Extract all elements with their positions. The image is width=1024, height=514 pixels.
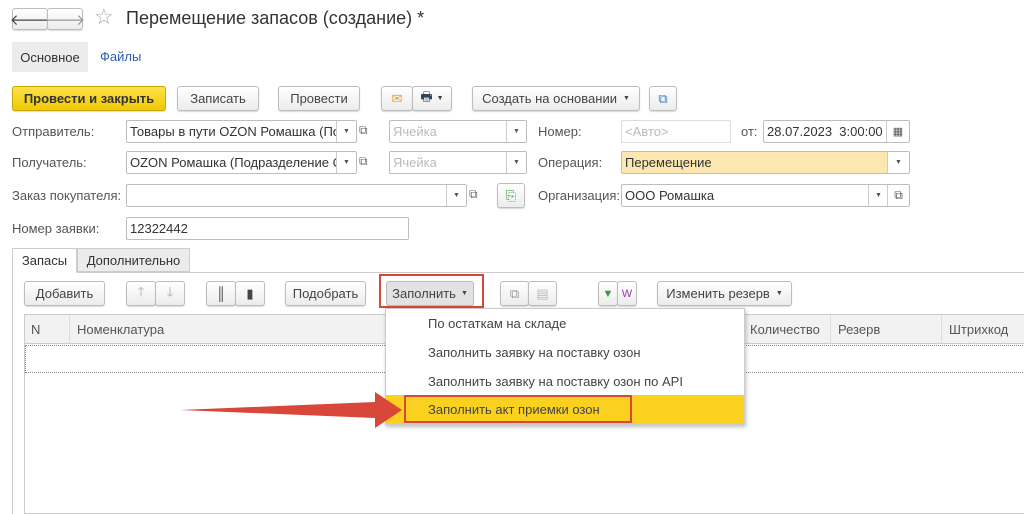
open-icon[interactable]: ⧉ xyxy=(469,187,478,202)
calendar-icon[interactable]: ▦ xyxy=(886,121,909,142)
chevron-down-icon[interactable]: ▼ xyxy=(336,152,356,173)
operation-value: Перемещение xyxy=(625,155,712,170)
barcode-icon: ║ xyxy=(216,286,226,301)
menu-item-by-warehouse-stock[interactable]: По остаткам на складе xyxy=(428,316,566,331)
column-reserve[interactable]: Резерв xyxy=(838,322,880,337)
copy-button[interactable]: ⧉ xyxy=(500,281,529,306)
paste-button[interactable]: ▤ xyxy=(528,281,557,306)
barcode-search-button[interactable]: ║ xyxy=(206,281,236,306)
open-icon[interactable]: ⧉ xyxy=(359,154,368,169)
fill-from-order-button[interactable]: ⎘ xyxy=(497,183,525,208)
operation-field[interactable]: Перемещение ▼ xyxy=(621,151,910,174)
printer-icon: 🖶 xyxy=(420,88,433,104)
data-collection-terminal-button[interactable]: ▮ xyxy=(235,281,265,306)
annotation-arrow-icon xyxy=(180,392,402,428)
change-reserve-label: Изменить резерв xyxy=(666,286,770,301)
page-title: Перемещение запасов (создание) * xyxy=(126,8,425,28)
request-number-field[interactable]: 12322442 xyxy=(126,217,409,240)
order-field[interactable]: ▼ xyxy=(126,184,467,207)
menu-item-fill-ozon-supply-request-api[interactable]: Заполнить заявку на поставку озон по API xyxy=(428,374,683,389)
sender-cell-field[interactable]: Ячейка ▼ xyxy=(389,120,527,143)
chevron-down-icon: ▼ xyxy=(775,290,783,297)
date-label: от: xyxy=(741,124,758,139)
column-nomenclature[interactable]: Номенклатура xyxy=(77,322,164,337)
chevron-down-icon: ▼ xyxy=(436,95,444,102)
email-button[interactable]: ✉ xyxy=(381,86,413,111)
number-label: Номер: xyxy=(538,124,582,139)
expand-icon: ▼ xyxy=(602,287,614,300)
chevron-down-icon[interactable]: ▼ xyxy=(887,152,909,173)
save-button[interactable]: Записать xyxy=(177,86,259,111)
order-label: Заказ покупателя: xyxy=(12,188,122,203)
collapse-icon: W xyxy=(621,287,633,300)
date-field[interactable]: 28.07.2023 3:00:00 ▦ xyxy=(763,120,910,143)
column-n[interactable]: N xyxy=(31,322,40,337)
organization-field[interactable]: ООО Ромашка ▼ ⧉ xyxy=(621,184,910,207)
forward-button[interactable]: 🡒 xyxy=(44,8,86,30)
number-placeholder: <Авто> xyxy=(625,124,669,139)
sender-value: Товары в пути OZON Ромашка (По, xyxy=(130,124,344,139)
post-button[interactable]: Провести xyxy=(278,86,360,111)
arrow-down-icon: 🡓 xyxy=(166,283,174,299)
envelope-icon: ✉ xyxy=(391,90,403,106)
tab-main[interactable]: Основное xyxy=(12,42,88,72)
create-based-label: Создать на основании xyxy=(482,91,617,106)
arrow-right-icon: 🡒 xyxy=(44,11,86,29)
print-button[interactable]: 🖶 ▼ xyxy=(412,86,452,111)
sender-label: Отправитель: xyxy=(12,124,95,139)
favorite-star-icon[interactable]: ☆ xyxy=(94,4,114,30)
add-button[interactable]: Добавить xyxy=(24,281,105,306)
open-icon[interactable]: ⧉ xyxy=(359,123,368,138)
receiver-value: OZON Ромашка (Подразделение О xyxy=(130,155,343,170)
receiver-cell-placeholder: Ячейка xyxy=(393,155,437,170)
request-label: Номер заявки: xyxy=(12,221,100,236)
number-field[interactable]: <Авто> xyxy=(621,120,731,143)
tab-stock[interactable]: Запасы xyxy=(12,248,77,273)
organization-value: ООО Ромашка xyxy=(625,188,715,203)
expand-button[interactable]: ▼ xyxy=(598,281,618,306)
date-value: 28.07.2023 3:00:00 xyxy=(767,124,883,139)
paste-icon: ▤ xyxy=(536,285,549,301)
back-button[interactable]: 🡐 xyxy=(10,8,50,30)
request-number-value: 12322442 xyxy=(130,221,188,236)
fill-menu: По остаткам на складе Заполнить заявку н… xyxy=(385,308,745,425)
post-and-close-button[interactable]: Провести и закрыть xyxy=(12,86,166,111)
collapse-button[interactable]: W xyxy=(617,281,637,306)
chevron-down-icon[interactable]: ▼ xyxy=(506,121,526,142)
annotation-highlight-box xyxy=(379,274,484,308)
chevron-down-icon[interactable]: ▼ xyxy=(506,152,526,173)
structure-button[interactable]: ⧉ xyxy=(649,86,677,111)
receiver-cell-field[interactable]: Ячейка ▼ xyxy=(389,151,527,174)
organization-label: Организация: xyxy=(538,188,621,203)
move-up-button[interactable]: 🡑 xyxy=(126,281,156,306)
sender-field[interactable]: Товары в пути OZON Ромашка (По, ▼ xyxy=(126,120,357,143)
chevron-down-icon[interactable]: ▼ xyxy=(868,185,888,206)
chevron-down-icon: ▼ xyxy=(622,95,630,102)
hierarchy-icon: ⧉ xyxy=(658,90,668,106)
change-reserve-button[interactable]: Изменить резерв ▼ xyxy=(657,281,792,306)
document-arrow-icon: ⎘ xyxy=(505,187,517,203)
receiver-label: Получатель: xyxy=(12,155,87,170)
tab-files[interactable]: Файлы xyxy=(100,49,141,64)
open-icon[interactable]: ⧉ xyxy=(887,185,909,206)
copy-icon: ⧉ xyxy=(509,285,520,301)
chevron-down-icon[interactable]: ▼ xyxy=(446,185,466,206)
arrow-up-icon: 🡑 xyxy=(137,283,145,299)
receiver-field[interactable]: OZON Ромашка (Подразделение О ▼ xyxy=(126,151,357,174)
column-barcode[interactable]: Штрихкод xyxy=(949,322,1008,337)
operation-label: Операция: xyxy=(538,155,603,170)
move-down-button[interactable]: 🡓 xyxy=(155,281,185,306)
sender-cell-placeholder: Ячейка xyxy=(393,124,437,139)
menu-item-fill-ozon-supply-request[interactable]: Заполнить заявку на поставку озон xyxy=(428,345,641,360)
chevron-down-icon[interactable]: ▼ xyxy=(336,121,356,142)
scanner-icon: ▮ xyxy=(246,285,254,301)
create-based-on-button[interactable]: Создать на основании ▼ xyxy=(472,86,640,111)
column-quantity[interactable]: Количество xyxy=(750,322,820,337)
annotation-highlight-box xyxy=(404,395,632,423)
pick-button[interactable]: Подобрать xyxy=(285,281,366,306)
tab-additional[interactable]: Дополнительно xyxy=(77,248,190,272)
